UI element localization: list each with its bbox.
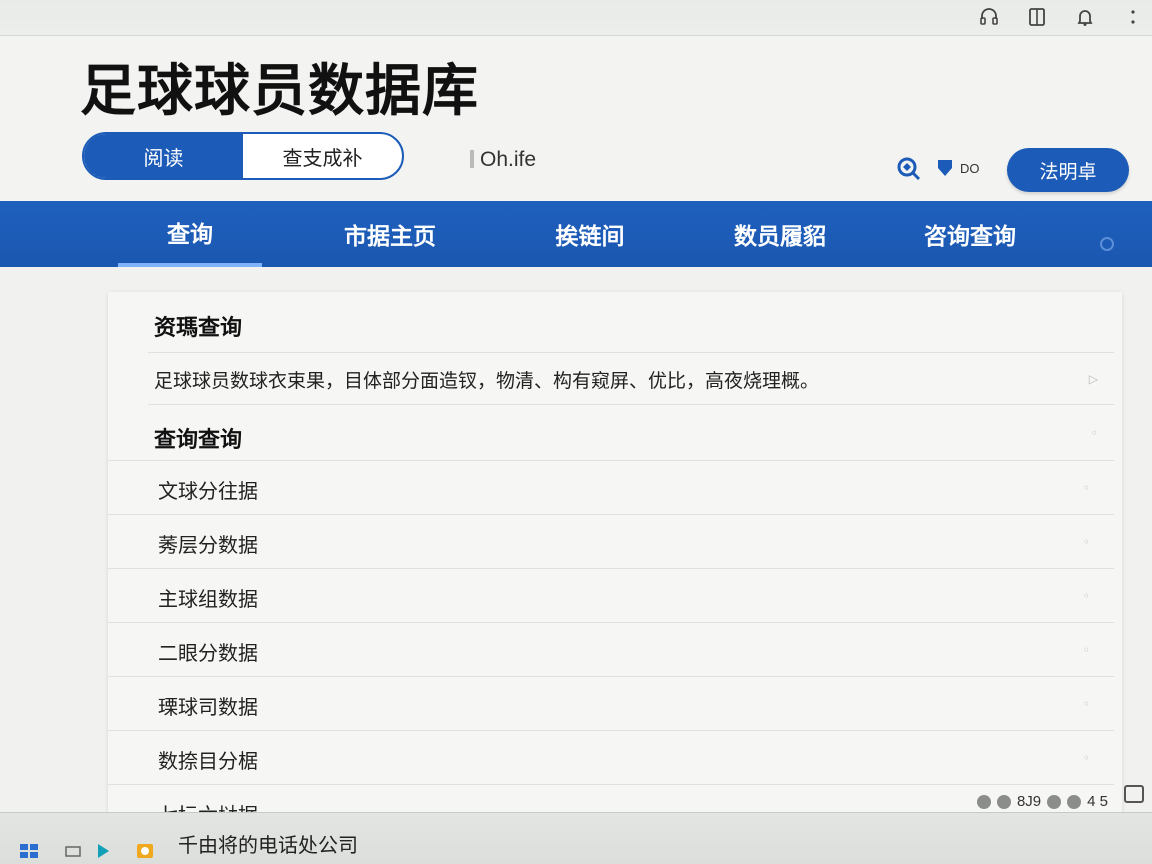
header-badge: DO [960, 160, 980, 176]
nav-item-records[interactable]: 数员履貂 [710, 201, 850, 267]
list-item-label: 莠层分数据 [158, 533, 258, 557]
more-icon[interactable] [1122, 6, 1144, 28]
view-toggle: 阅读 查支成补 [82, 132, 404, 180]
nav-item-consult[interactable]: 咨询查询 [900, 201, 1040, 267]
window-icon[interactable] [62, 841, 84, 861]
volume-icon[interactable] [996, 794, 1011, 809]
play-icon[interactable] [92, 841, 114, 861]
list-item[interactable]: 瑮球司数据 ◦ [108, 676, 1114, 730]
notification-icon[interactable] [1124, 785, 1144, 803]
header-small-label: Oh.ife [480, 148, 537, 171]
list-item-label: 七坛六垯据 [158, 799, 258, 812]
divider [148, 404, 1114, 405]
list-item[interactable]: 主球组数据 ◦ [108, 568, 1114, 622]
nav-item-home[interactable]: 市据主页 [320, 201, 460, 267]
taskbar-app-label[interactable]: 千由将的电话处公司 [178, 829, 358, 858]
app-header: 足球球员数据库 阅读 查支成补 Oh.ife DO 法明卓 [0, 36, 1152, 201]
chevron-right-icon: ◦ [1090, 426, 1098, 440]
list-item-label: 瑮球司数据 [158, 695, 258, 719]
text-cursor-mark [470, 150, 474, 168]
header-icon-group: DO [894, 154, 980, 182]
app-icon[interactable] [134, 841, 156, 861]
chevron-right-icon: ◦ [1082, 589, 1090, 603]
headset-icon[interactable] [978, 6, 1000, 28]
list-item[interactable]: 七坛六垯据 [108, 784, 1114, 812]
section-title-secondary: 查询查询 [154, 428, 243, 453]
chevron-right-icon: ◦ [1082, 481, 1090, 495]
chevron-right-icon: ◦ [1082, 535, 1090, 549]
settings-icon[interactable] [1067, 794, 1082, 809]
primary-action-button[interactable]: 法明卓 [1007, 148, 1129, 192]
top-icon-group [978, 6, 1144, 28]
start-icon[interactable] [18, 841, 40, 861]
chevron-right-icon: ◦ [1082, 643, 1090, 657]
list-item[interactable]: 莠层分数据 ◦ [108, 514, 1114, 568]
search-icon[interactable] [894, 154, 922, 182]
nav-indicator-dot [1100, 237, 1114, 251]
taskbar: 千由将的电话处公司 8J9 4 5 [0, 785, 1152, 864]
list-item[interactable]: 数捺目分椐 ◦ [108, 730, 1114, 784]
book-icon[interactable] [1026, 6, 1048, 28]
header-small-text: Oh.ife [470, 148, 536, 172]
list-item-label: 数捺目分椐 [158, 749, 258, 773]
chevron-right-icon: ▷ [1088, 372, 1098, 386]
chevron-right-icon: ◦ [1082, 697, 1090, 711]
shield-icon[interactable] [936, 158, 954, 178]
nav-item-link[interactable]: 挨链间 [520, 201, 660, 267]
section-description: 足球球员数球衣束果，目体部分面造钗，物清、构有窥屏、优比，高夜烧理概。 [154, 370, 820, 392]
list-item-label: 主球组数据 [158, 587, 258, 611]
main-nav: 查询 市据主页 挨链间 数员履貂 咨询查询 [0, 201, 1152, 267]
page-title: 足球球员数据库 [80, 59, 479, 124]
system-tray: 8J9 4 5 [976, 793, 1108, 810]
network-icon[interactable] [976, 794, 991, 809]
bell-icon[interactable] [1074, 6, 1096, 28]
list-item-label: 文球分往据 [158, 479, 258, 503]
list-item[interactable]: 文球分往据 ◦ [108, 460, 1114, 514]
content-panel: 资瑪查询 足球球员数球衣束果，目体部分面造钗，物清、构有窥屏、优比，高夜烧理概。… [108, 292, 1122, 812]
chevron-right-icon: ◦ [1082, 751, 1090, 765]
toggle-option-read[interactable]: 阅读 [84, 134, 243, 178]
battery-icon[interactable] [1047, 794, 1062, 809]
toggle-option-other[interactable]: 查支成补 [243, 134, 402, 178]
tray-number: 4 5 [1087, 793, 1108, 810]
list-item-label: 二眼分数据 [158, 641, 258, 665]
section-title-primary: 资瑪查询 [154, 316, 243, 341]
divider [148, 352, 1114, 353]
window-top-strip [0, 0, 1152, 36]
nav-item-query[interactable]: 查询 [118, 201, 262, 267]
list-item[interactable]: 二眼分数据 ◦ [108, 622, 1114, 676]
tray-time: 8J9 [1016, 793, 1042, 810]
